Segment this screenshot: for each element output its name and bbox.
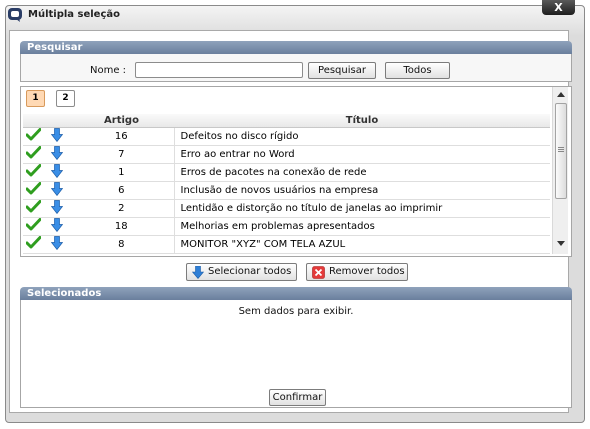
cell-artigo: 18 [69,217,174,236]
cell-artigo: 6 [69,181,174,200]
header-icon-col [44,114,69,128]
remove-all-label: Remover todos [329,266,405,277]
remove-all-button[interactable]: Remover todos [306,263,408,281]
remove-icon [312,266,325,279]
arrow-down-icon[interactable] [44,217,69,236]
empty-message: Sem dados para exibir. [238,306,354,317]
check-icon[interactable] [23,235,44,254]
cell-titulo: Inclusão de novos usuários na empresa [173,181,550,200]
check-icon[interactable] [23,163,44,182]
results-table: Artigo Título 16 Defeitos no disco rígido… [23,114,550,254]
grid-scrollbar[interactable] [552,87,568,254]
window-title: Múltipla seleção [28,9,121,20]
arrow-down-icon[interactable] [44,199,69,218]
arrow-down-icon [192,266,204,279]
page-button-1[interactable]: 1 [26,90,45,107]
table-row[interactable]: 1 Erros de pacotes na conexão de rede [23,163,550,182]
cell-artigo: 7 [69,145,174,164]
scroll-down-icon[interactable] [557,241,565,246]
select-all-label: Selecionar todos [208,266,292,277]
table-row[interactable]: 18 Melhorias em problemas apresentados [23,217,550,236]
arrow-down-icon[interactable] [44,145,69,164]
check-icon[interactable] [23,217,44,236]
arrow-down-icon[interactable] [44,235,69,254]
cell-titulo: Defeitos no disco rígido [173,127,550,146]
cell-titulo: Erro ao entrar no Word [173,145,550,164]
table-row[interactable]: 8 MONITOR "XYZ" COM TELA AZUL [23,235,550,254]
page-button-2[interactable]: 2 [56,90,75,107]
table-row[interactable]: 16 Defeitos no disco rígido [23,127,550,146]
column-header-artigo[interactable]: Artigo [69,114,174,128]
cell-artigo: 16 [69,127,174,146]
cell-artigo: 2 [69,199,174,218]
selected-section-header: Selecionados [20,287,572,300]
table-header-row: Artigo Título [23,114,550,128]
cell-artigo: 1 [69,163,174,182]
name-input[interactable] [135,62,303,78]
cell-titulo: Erros de pacotes na conexão de rede [173,163,550,182]
all-button[interactable]: Todos [385,62,450,79]
check-icon[interactable] [23,145,44,164]
search-section-header: Pesquisar [20,41,572,54]
search-button[interactable]: Pesquisar [308,62,376,79]
confirm-button[interactable]: Confirmar [269,389,326,406]
app-logo-icon [8,8,22,22]
check-icon[interactable] [23,181,44,200]
cell-titulo: MONITOR "XYZ" COM TELA AZUL [173,235,550,254]
name-label: Nome : [90,65,127,76]
cell-artigo: 8 [69,235,174,254]
table-row[interactable]: 7 Erro ao entrar no Word [23,145,550,164]
table-row[interactable]: 6 Inclusão de novos usuários na empresa [23,181,550,200]
close-button[interactable]: X [542,0,575,15]
scroll-up-icon[interactable] [557,92,565,97]
check-icon[interactable] [23,127,44,146]
check-icon[interactable] [23,199,44,218]
cell-titulo: Melhorias em problemas apresentados [173,217,550,236]
arrow-down-icon[interactable] [44,163,69,182]
arrow-down-icon[interactable] [44,181,69,200]
column-header-titulo[interactable]: Título [174,114,550,128]
arrow-down-icon[interactable] [44,127,69,146]
table-row[interactable]: 2 Lentidão e distorção no título de janel… [23,199,550,218]
select-all-button[interactable]: Selecionar todos [186,263,297,281]
cell-titulo: Lentidão e distorção no título de janela… [173,199,550,218]
header-icon-col [23,114,44,128]
